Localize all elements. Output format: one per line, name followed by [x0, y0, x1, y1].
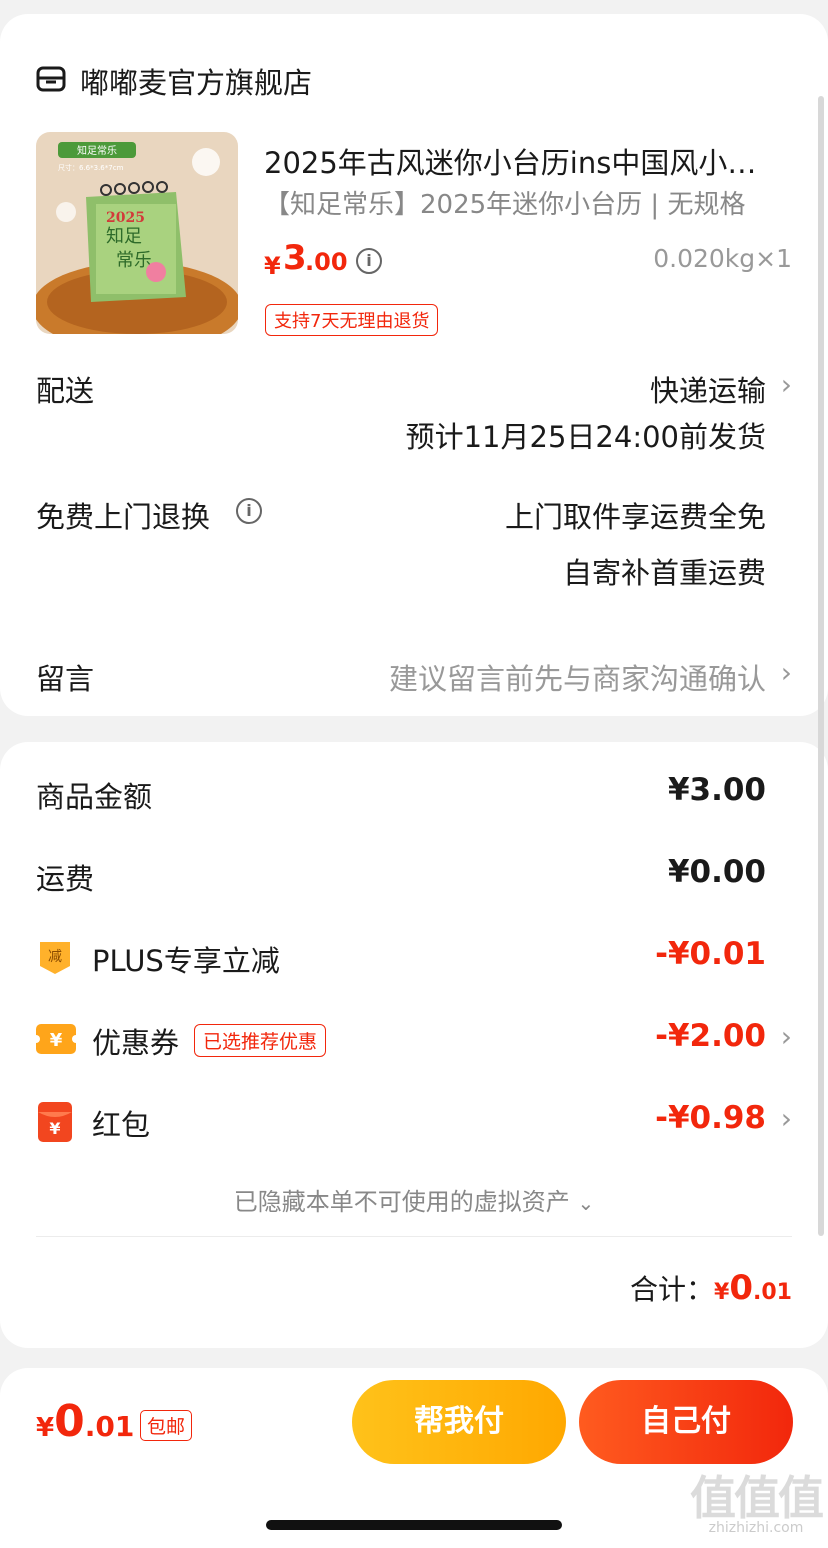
return-policy-badge: 支持7天无理由退货 [265, 304, 439, 336]
total-dec: .01 [753, 1280, 792, 1305]
product-price-symbol: ¥ [264, 252, 281, 280]
thumb-size: 尺寸：6.6*3.6*7cm [58, 163, 124, 172]
delivery-label: 配送 [36, 374, 95, 408]
red-packet-label: 红包 [92, 1108, 151, 1142]
hidden-assets-text: 已隐藏本单不可使用的虚拟资产 [233, 1188, 570, 1216]
thumb-year: 2025 [106, 210, 145, 226]
order-item-card: 嘟嘟麦官方旗舰店 知足常乐 尺寸：6.6*3.6*7cm 2025 知足 常乐 … [0, 14, 828, 716]
chevron-right-icon[interactable]: › [781, 368, 792, 401]
total-row: 合计：¥0.01 [630, 1268, 792, 1308]
svg-text:减: 减 [48, 949, 62, 965]
message-label: 留言 [36, 662, 95, 696]
product-spec: 【知足常乐】2025年迷你小台历 | 无规格 [264, 190, 746, 220]
product-price-dec: .00 [305, 248, 348, 276]
home-indicator[interactable] [266, 1520, 562, 1530]
watermark: 值值值 zhizhizhi.com [690, 1462, 824, 1536]
svg-text:¥: ¥ [49, 1119, 60, 1138]
thumb-label: 知足常乐 [77, 144, 117, 157]
plus-discount-icon: 减 [36, 938, 74, 976]
delivery-method[interactable]: 快递运输 [650, 368, 766, 410]
coupon-label: 优惠券 [92, 1026, 180, 1060]
goods-amount-label: 商品金额 [36, 780, 153, 814]
calendar-product-image: 知足常乐 尺寸：6.6*3.6*7cm 2025 知足 常乐 [36, 132, 238, 334]
self-pay-button[interactable]: 自己付 [579, 1380, 793, 1464]
bottom-price: ¥0.01 [36, 1396, 134, 1447]
plus-discount-label: PLUS专享立减 [92, 944, 280, 978]
scrollbar[interactable] [818, 96, 824, 1236]
summary-divider [36, 1236, 792, 1237]
svg-text:¥: ¥ [50, 1030, 63, 1051]
freight-value: ¥0.00 [667, 854, 766, 890]
exchange-label: 免费上门退换 [36, 500, 211, 534]
product-title[interactable]: 2025年古风迷你小台历ins中国风小… [264, 140, 794, 182]
delivery-eta: 预计11月25日24:00前发货 [405, 420, 766, 454]
exchange-info-icon[interactable]: i [236, 498, 262, 524]
total-int: 0 [729, 1268, 754, 1308]
help-pay-button[interactable]: 帮我付 [352, 1380, 566, 1464]
store-icon [36, 66, 66, 92]
svg-text:知足: 知足 [106, 226, 142, 247]
watermark-url: zhizhizhi.com [708, 1520, 804, 1536]
product-price-int: 3 [283, 238, 307, 278]
goods-amount-value: ¥3.00 [667, 772, 766, 808]
chevron-right-icon[interactable]: › [781, 1102, 792, 1135]
coupon-recommended-tag: 已选推荐优惠 [194, 1024, 327, 1057]
message-input[interactable]: 建议留言前先与商家沟通确认 [389, 656, 766, 698]
bottom-price-int: 0 [54, 1396, 85, 1447]
price-summary-card: 商品金额 ¥3.00 运费 ¥0.00 减 PLUS专享立减 -¥0.01 ¥ … [0, 742, 828, 1348]
svg-text:常乐: 常乐 [116, 250, 152, 271]
freight-label: 运费 [36, 862, 95, 896]
watermark-logo: 值值值 [690, 1471, 824, 1525]
exchange-line2: 自寄补首重运费 [562, 556, 766, 590]
bottom-price-symbol: ¥ [36, 1413, 55, 1443]
red-packet-icon: ¥ [38, 1102, 72, 1142]
free-shipping-badge: 包邮 [140, 1410, 193, 1441]
product-weight: 0.020kg×1 [653, 244, 792, 273]
chevron-right-icon[interactable]: › [781, 1020, 792, 1053]
price-info-icon[interactable]: i [356, 248, 382, 274]
coupon-icon: ¥ [32, 1022, 80, 1056]
chevron-right-icon[interactable]: › [781, 656, 792, 689]
store-name[interactable]: 嘟嘟麦官方旗舰店 [80, 60, 312, 102]
coupon-value[interactable]: -¥2.00 [655, 1018, 766, 1054]
bottom-price-dec: .01 [84, 1410, 135, 1443]
total-symbol: ¥ [714, 1280, 730, 1305]
plus-discount-value: -¥0.01 [655, 936, 766, 972]
chevron-down-icon: ⌄ [577, 1191, 595, 1215]
red-packet-value[interactable]: -¥0.98 [655, 1100, 766, 1136]
exchange-line1: 上门取件享运费全免 [504, 500, 766, 534]
hidden-assets-toggle[interactable]: 已隐藏本单不可使用的虚拟资产 ⌄ [0, 1182, 828, 1217]
total-label: 合计： [630, 1273, 715, 1306]
product-thumbnail[interactable]: 知足常乐 尺寸：6.6*3.6*7cm 2025 知足 常乐 [36, 132, 238, 334]
